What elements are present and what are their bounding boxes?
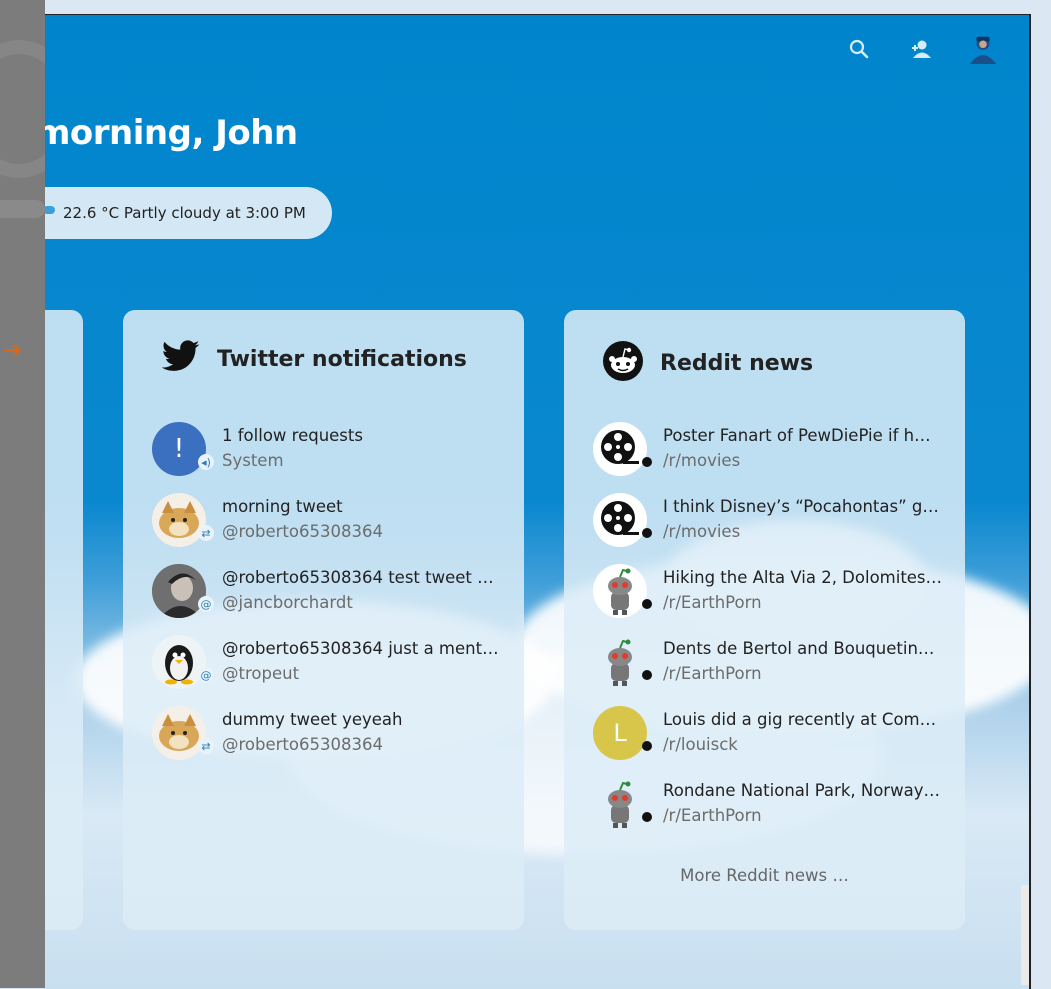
item-title: morning tweet [222, 497, 343, 516]
item-title: @roberto65308364 test tweet … [222, 568, 494, 587]
item-source: @tropeut [222, 664, 300, 683]
letter-avatar: L [593, 706, 647, 760]
exclamation-avatar: ! [152, 422, 206, 476]
penguin-avatar [152, 635, 206, 689]
subreddit-dot-icon [639, 809, 655, 825]
more-reddit-news-link[interactable]: More Reddit news … [564, 866, 965, 885]
person-avatar [152, 564, 206, 618]
weather-pill[interactable]: 22.6 °C Partly cloudy at 3:00 PM [45, 187, 332, 239]
mention-icon: @ [198, 596, 214, 612]
contacts-icon[interactable] [905, 33, 937, 65]
twitter-panel-header[interactable]: Twitter notifications [161, 340, 467, 378]
reddit-item[interactable]: L Louis did a gig recently at Come… /r/l… [593, 706, 943, 777]
item-title: dummy tweet yeyeah [222, 710, 403, 729]
item-title: Hiking the Alta Via 2, Dolomites… [663, 568, 943, 587]
reddit-panel-title: Reddit news [660, 350, 814, 376]
reddit-list: Poster Fanart of PewDiePie if h… /r/movi… [593, 422, 943, 848]
reddit-panel: Reddit news Poster Fanart of PewDiePie i… [564, 310, 965, 930]
mention-icon: @ [198, 667, 214, 683]
reddit-robot-avatar [593, 564, 647, 618]
reddit-robot-avatar [593, 777, 647, 831]
arrow-icon: ➔ [2, 336, 23, 364]
reddit-logo-icon [602, 340, 644, 386]
reddit-panel-header[interactable]: Reddit news [602, 340, 813, 386]
item-title: Dents de Bertol and Bouquetin… [663, 639, 935, 658]
twitter-panel: Twitter notifications ! ◂) 1 follow requ… [123, 310, 524, 930]
fox-avatar [152, 706, 206, 760]
twitter-item[interactable]: ⇄ morning tweet @roberto65308364 [152, 493, 502, 564]
item-source: @roberto65308364 [222, 735, 383, 754]
item-title: Rondane National Park, Norway… [663, 781, 940, 800]
twitter-panel-title: Twitter notifications [217, 346, 467, 372]
item-source: @jancborchardt [222, 593, 353, 612]
subreddit-dot-icon [639, 667, 655, 683]
reddit-item[interactable]: Dents de Bertol and Bouquetin… /r/EarthP… [593, 635, 943, 706]
item-source: System [222, 451, 284, 470]
film-reel-avatar [593, 493, 647, 547]
item-source: /r/louisck [663, 735, 738, 754]
background-bar [0, 200, 45, 218]
item-title: 1 follow requests [222, 426, 363, 445]
subreddit-dot-icon [639, 525, 655, 541]
item-source: /r/EarthPorn [663, 664, 762, 683]
twitter-item[interactable]: @ @roberto65308364 just a ment… @tropeut [152, 635, 502, 706]
twitter-item[interactable]: ! ◂) 1 follow requests System [152, 422, 502, 493]
background-shape [0, 40, 45, 178]
header-actions [843, 33, 999, 65]
user-avatar-icon[interactable] [967, 33, 999, 65]
search-icon[interactable] [843, 33, 875, 65]
weather-cloud-icon [45, 206, 55, 214]
fox-avatar [152, 493, 206, 547]
weather-text: 22.6 °C Partly cloudy at 3:00 PM [63, 204, 306, 222]
reddit-item[interactable]: Rondane National Park, Norway… /r/EarthP… [593, 777, 943, 848]
item-source: /r/EarthPorn [663, 806, 762, 825]
reddit-item[interactable]: I think Disney’s “Pocahontas” g… /r/movi… [593, 493, 943, 564]
subreddit-dot-icon [639, 596, 655, 612]
scrollbar[interactable] [1021, 885, 1029, 985]
item-source: /r/movies [663, 451, 741, 470]
twitter-bird-icon [161, 340, 201, 378]
reddit-robot-avatar [593, 635, 647, 689]
panel-left-partial [45, 310, 83, 930]
item-source: @roberto65308364 [222, 522, 383, 541]
item-title: I think Disney’s “Pocahontas” g… [663, 497, 939, 516]
film-reel-avatar [593, 422, 647, 476]
retweet-icon: ⇄ [198, 738, 214, 754]
reddit-item[interactable]: Poster Fanart of PewDiePie if h… /r/movi… [593, 422, 943, 493]
retweet-icon: ⇄ [198, 525, 214, 541]
speaker-icon: ◂) [198, 454, 214, 470]
subreddit-dot-icon [639, 454, 655, 470]
twitter-item[interactable]: @ @roberto65308364 test tweet … @jancbor… [152, 564, 502, 635]
item-source: /r/EarthPorn [663, 593, 762, 612]
twitter-item[interactable]: ⇄ dummy tweet yeyeah @roberto65308364 [152, 706, 502, 777]
item-title: Poster Fanart of PewDiePie if h… [663, 426, 931, 445]
dashboard: morning, John 22.6 °C Partly cloudy at 3… [45, 14, 1031, 989]
item-source: /r/movies [663, 522, 741, 541]
item-title: Louis did a gig recently at Come… [663, 710, 943, 729]
twitter-list: ! ◂) 1 follow requests System ⇄ morning … [152, 422, 502, 777]
reddit-item[interactable]: Hiking the Alta Via 2, Dolomites… /r/Ear… [593, 564, 943, 635]
greeting-heading: morning, John [45, 113, 298, 153]
subreddit-dot-icon [639, 738, 655, 754]
item-title: @roberto65308364 just a ment… [222, 639, 499, 658]
background-window: ➔ [0, 0, 45, 988]
